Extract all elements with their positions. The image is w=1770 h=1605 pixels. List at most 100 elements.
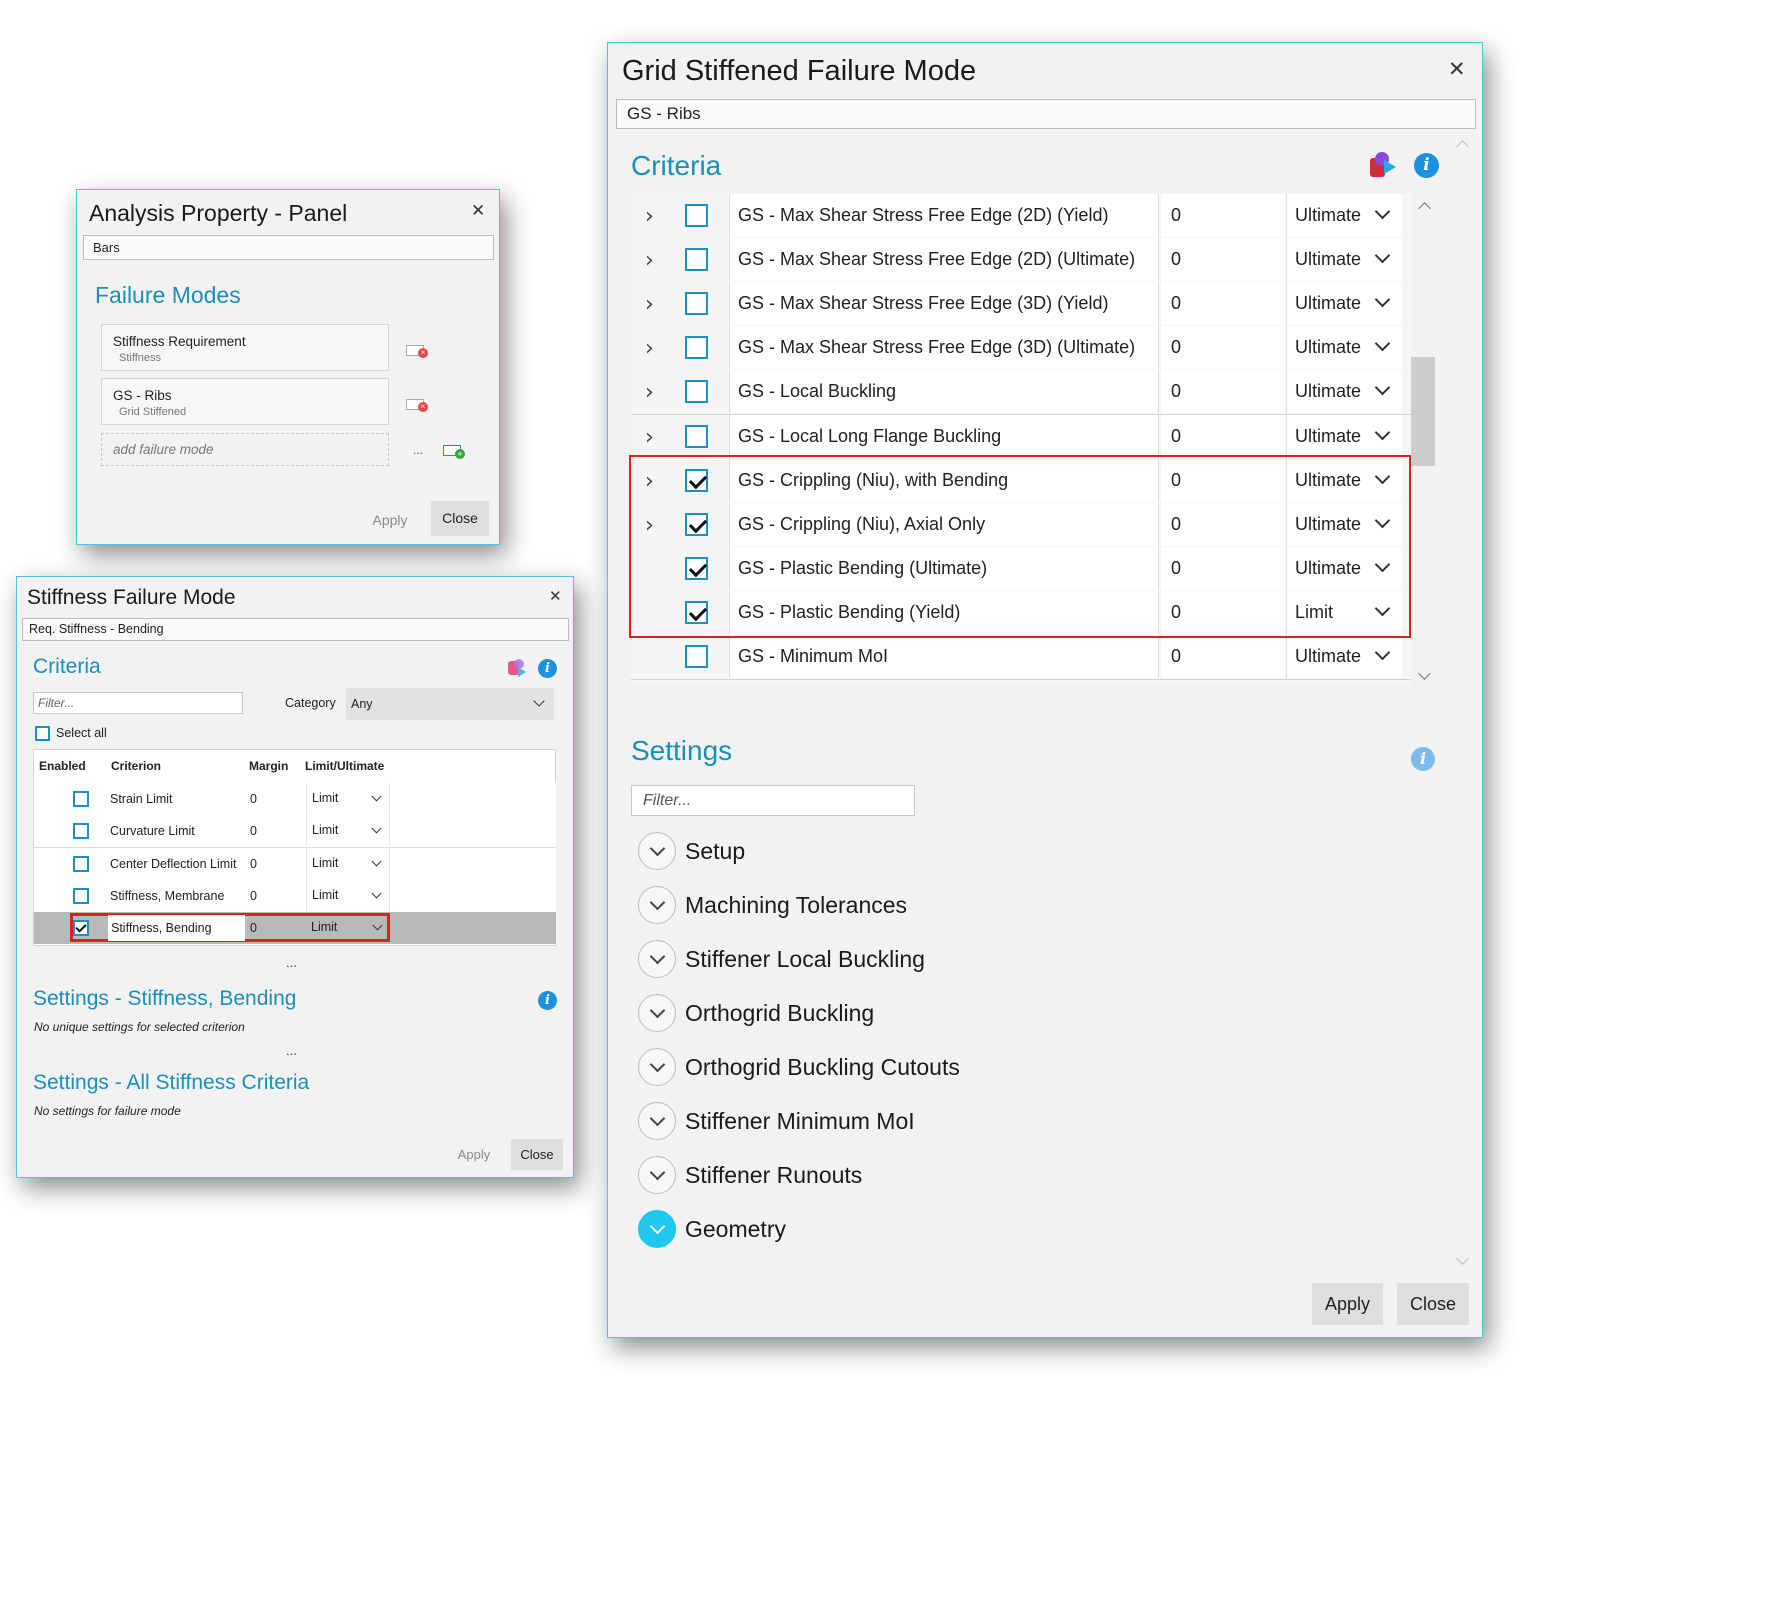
column-header-limit: Limit/Ultimate: [305, 759, 385, 773]
enabled-checkbox[interactable]: [685, 336, 708, 359]
close-icon[interactable]: ✕: [549, 589, 562, 604]
expand-chevron-icon[interactable]: ›: [645, 425, 654, 450]
chevron-down-icon[interactable]: [638, 1048, 676, 1086]
select-all-checkbox[interactable]: [35, 726, 50, 741]
limit-select[interactable]: Limit: [306, 912, 390, 943]
chevron-down-icon: [1374, 424, 1391, 441]
close-icon[interactable]: ✕: [1448, 59, 1466, 80]
add-failure-mode-icon[interactable]: +: [443, 445, 465, 460]
margin-cell[interactable]: 0: [250, 848, 257, 880]
criteria-row[interactable]: GS - Minimum MoI 0 Ultimate: [631, 635, 1411, 680]
info-icon[interactable]: i: [538, 991, 557, 1010]
enabled-checkbox[interactable]: [73, 888, 89, 904]
limit-value: Ultimate: [1295, 426, 1362, 446]
enabled-checkbox[interactable]: [685, 425, 708, 448]
property-selector[interactable]: Bars: [83, 235, 494, 260]
table-row[interactable]: Stiffness, Membrane 0 Limit: [34, 880, 556, 913]
criteria-row[interactable]: › GS - Max Shear Stress Free Edge (2D) (…: [631, 238, 1411, 283]
expand-chevron-icon[interactable]: ›: [645, 248, 654, 273]
chevron-down-icon[interactable]: [638, 1210, 676, 1248]
table-row[interactable]: Strain Limit 0 Limit: [34, 783, 556, 816]
margin-cell[interactable]: 0: [250, 880, 257, 912]
expand-chevron-icon[interactable]: ›: [645, 204, 654, 229]
close-icon[interactable]: ✕: [471, 202, 485, 219]
table-row[interactable]: Center Deflection Limit 0 Limit: [34, 848, 556, 881]
info-icon[interactable]: i: [1414, 153, 1439, 178]
failure-mode-item[interactable]: GS - Ribs Grid Stiffened: [101, 378, 389, 425]
apply-button[interactable]: Apply: [1312, 1283, 1383, 1325]
margin-cell[interactable]: 0: [250, 912, 257, 944]
add-failure-mode-input[interactable]: add failure mode: [101, 433, 389, 466]
enabled-checkbox[interactable]: [685, 248, 708, 271]
enabled-checkbox[interactable]: [73, 791, 89, 807]
expand-chevron-icon[interactable]: ›: [645, 336, 654, 361]
chevron-down-icon[interactable]: [638, 886, 676, 924]
expand-chevron-icon[interactable]: ›: [645, 292, 654, 317]
margin-cell[interactable]: 0: [1161, 238, 1285, 281]
limit-select[interactable]: Ultimate: [1286, 282, 1402, 325]
settings-group-label: Machining Tolerances: [685, 892, 908, 918]
criteria-row[interactable]: › GS - Local Long Flange Buckling 0 Ulti…: [631, 415, 1411, 460]
criterion-cell: GS - Max Shear Stress Free Edge (2D) (Yi…: [729, 194, 1159, 237]
enabled-checkbox[interactable]: [73, 856, 89, 872]
limit-select[interactable]: Limit: [306, 848, 390, 879]
settings-filter-input[interactable]: Filter...: [631, 785, 915, 816]
enabled-checkbox[interactable]: [73, 920, 89, 936]
failure-mode-name-field[interactable]: Req. Stiffness - Bending: [22, 618, 569, 641]
chevron-down-icon[interactable]: [638, 940, 676, 978]
close-button[interactable]: Close: [1397, 1283, 1469, 1325]
failure-mode-type: Grid Stiffened: [119, 406, 187, 418]
limit-select[interactable]: Ultimate: [1286, 194, 1402, 237]
limit-select[interactable]: Ultimate: [1286, 370, 1402, 413]
limit-select[interactable]: Ultimate: [1286, 238, 1402, 281]
limit-select[interactable]: Ultimate: [1286, 326, 1402, 369]
info-icon[interactable]: i: [1411, 747, 1435, 771]
margin-cell[interactable]: 0: [1161, 370, 1285, 413]
margin-cell[interactable]: 0: [250, 815, 257, 847]
chevron-down-icon[interactable]: [638, 1156, 676, 1194]
info-icon[interactable]: i: [538, 659, 557, 678]
remove-failure-mode-icon[interactable]: ×: [406, 345, 428, 358]
margin-cell[interactable]: 0: [1161, 282, 1285, 325]
limit-select[interactable]: Ultimate: [1286, 635, 1402, 678]
apply-button[interactable]: Apply: [446, 1147, 502, 1162]
chevron-down-icon[interactable]: [638, 1102, 676, 1140]
chevron-down-icon[interactable]: [638, 994, 676, 1032]
margin-cell[interactable]: 0: [1161, 194, 1285, 237]
margin-cell[interactable]: 0: [1161, 415, 1285, 458]
table-row-selected[interactable]: Stiffness, Bending 0 Limit: [34, 912, 556, 944]
enabled-checkbox[interactable]: [685, 292, 708, 315]
criteria-row[interactable]: › GS - Max Shear Stress Free Edge (2D) (…: [631, 194, 1411, 239]
margin-cell[interactable]: 0: [1161, 635, 1285, 678]
limit-select[interactable]: Limit: [306, 880, 390, 911]
failure-mode-item[interactable]: Stiffness Requirement Stiffness: [101, 324, 389, 371]
limit-select[interactable]: Ultimate: [1286, 415, 1402, 458]
criterion-cell: Strain Limit: [110, 792, 173, 806]
table-row[interactable]: Curvature Limit 0 Limit: [34, 815, 556, 848]
margin-cell[interactable]: 0: [1161, 326, 1285, 369]
limit-select[interactable]: Limit: [306, 815, 390, 846]
enabled-checkbox[interactable]: [685, 204, 708, 227]
apply-button[interactable]: Apply: [360, 512, 420, 528]
criteria-row[interactable]: › GS - Local Buckling 0 Ultimate: [631, 370, 1411, 415]
criteria-filter-input[interactable]: Filter...: [33, 692, 243, 714]
remove-failure-mode-icon[interactable]: ×: [406, 399, 428, 412]
chevron-down-icon: [533, 695, 545, 707]
enabled-checkbox[interactable]: [73, 823, 89, 839]
expand-chevron-icon[interactable]: ›: [645, 380, 654, 405]
margin-cell[interactable]: 0: [250, 783, 257, 815]
category-select[interactable]: Any: [346, 688, 554, 720]
enabled-checkbox[interactable]: [685, 380, 708, 403]
browse-ellipsis[interactable]: ...: [413, 443, 423, 457]
enabled-checkbox[interactable]: [685, 645, 708, 668]
scrollbar-thumb[interactable]: [1411, 357, 1435, 466]
criteria-row[interactable]: › GS - Max Shear Stress Free Edge (3D) (…: [631, 326, 1411, 371]
close-button[interactable]: Close: [431, 501, 489, 536]
limit-select[interactable]: Limit: [306, 783, 390, 814]
criteria-row[interactable]: › GS - Max Shear Stress Free Edge (3D) (…: [631, 282, 1411, 327]
close-button[interactable]: Close: [511, 1139, 563, 1170]
settings-group-label: Orthogrid Buckling Cutouts: [685, 1054, 960, 1080]
chevron-down-icon: [371, 823, 382, 834]
chevron-down-icon[interactable]: [638, 832, 676, 870]
failure-mode-name-field[interactable]: GS - Ribs: [616, 99, 1476, 129]
